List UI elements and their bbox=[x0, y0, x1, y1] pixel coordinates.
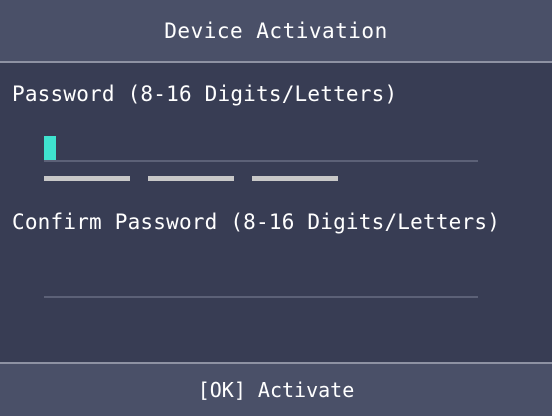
password-underline bbox=[44, 160, 478, 162]
activate-button[interactable]: [OK] Activate bbox=[0, 362, 552, 416]
activate-button-label: [OK] Activate bbox=[197, 378, 355, 402]
strength-segment-medium bbox=[148, 176, 234, 181]
confirm-password-underline bbox=[44, 296, 478, 298]
title-bar: Device Activation bbox=[0, 0, 552, 63]
password-strength-meter bbox=[44, 176, 338, 181]
strength-segment-weak bbox=[44, 176, 130, 181]
password-field[interactable] bbox=[44, 136, 478, 164]
text-cursor bbox=[44, 136, 56, 162]
password-label: Password (8-16 Digits/Letters) bbox=[12, 82, 398, 106]
confirm-password-label: Confirm Password (8-16 Digits/Letters) bbox=[12, 210, 501, 234]
device-activation-screen: Device Activation Password (8-16 Digits/… bbox=[0, 0, 552, 416]
page-title: Device Activation bbox=[164, 18, 388, 43]
strength-segment-strong bbox=[252, 176, 338, 181]
confirm-password-field[interactable] bbox=[44, 266, 478, 298]
